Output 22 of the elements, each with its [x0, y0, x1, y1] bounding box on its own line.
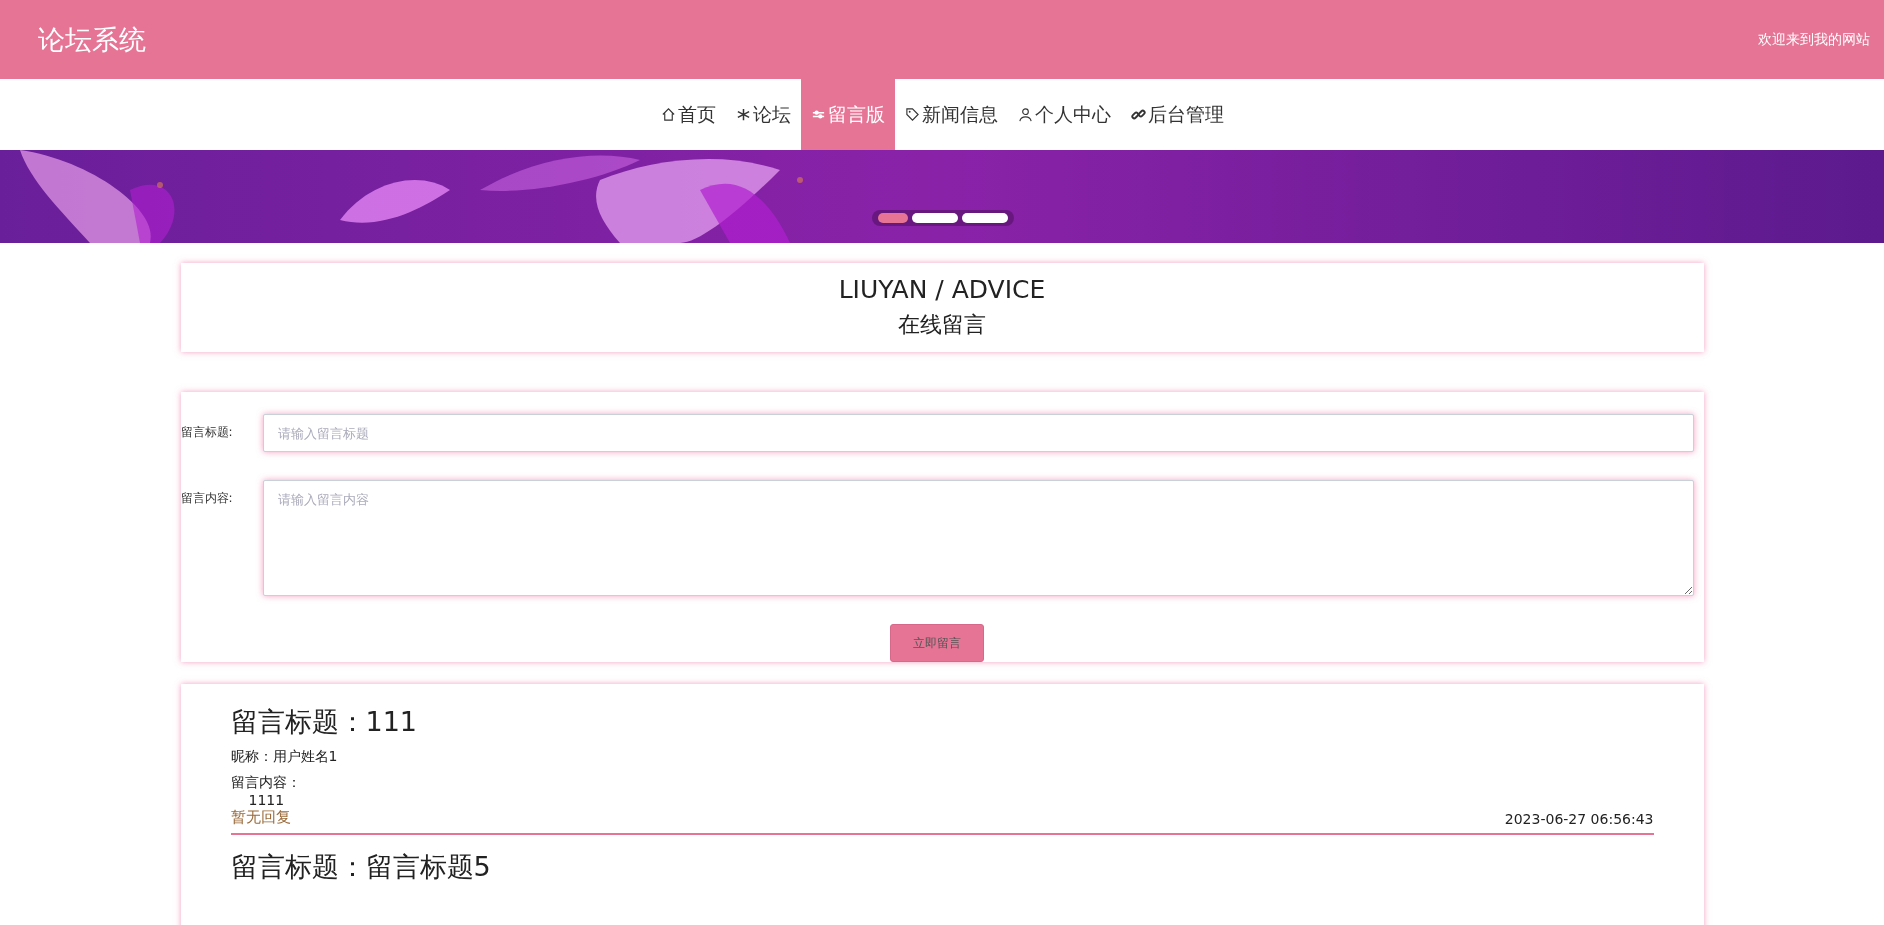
message-title: 留言标题：111 [230, 705, 418, 739]
reply-status: 暂无回复 [230, 808, 291, 827]
content-label: 留言内容： [230, 774, 302, 792]
nav-tab[interactable]: 后台管理 [1120, 79, 1234, 150]
content-field[interactable]: 请输入留言内容 [262, 480, 1694, 596]
site-title: 论坛系统 [38, 22, 146, 57]
home-icon [660, 107, 676, 122]
section-title: LIUYAN / ADVICE [838, 275, 1046, 304]
message-time: 2023-06-27 06:56:43 [1504, 811, 1654, 827]
user-icon [1017, 107, 1033, 122]
nickname-text: 昵称：用户姓名1 [230, 748, 339, 766]
nav-tab[interactable]: 首页 [650, 79, 726, 150]
title-field[interactable]: 请输入留言标题 [262, 414, 1694, 452]
nav-tab[interactable]: 论坛 [725, 79, 801, 150]
welcome-text: 欢迎来到我的网站 [1758, 30, 1870, 49]
message-content: 1111 [247, 792, 286, 808]
nav-tab[interactable]: 新闻信息 [894, 79, 1008, 150]
content-label: 留言内容: [180, 490, 234, 507]
title-label: 留言标题: [180, 424, 234, 441]
message-title: 留言标题：留言标题5 [230, 850, 491, 884]
section-subtitle: 在线留言 [898, 311, 986, 339]
nav-tab[interactable]: 个人中心 [1007, 79, 1121, 150]
